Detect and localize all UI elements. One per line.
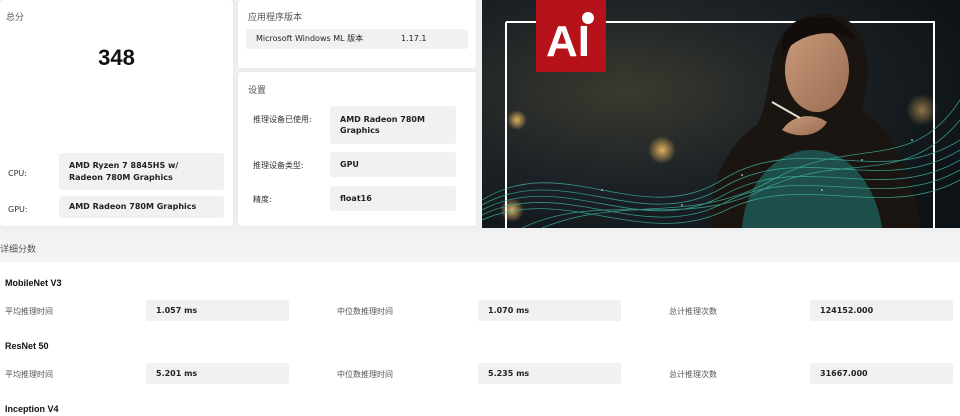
hero-banner-image: AI (482, 0, 960, 228)
total-inference-value: 124152.000 (810, 300, 953, 321)
ai-logo-text: AI (546, 17, 590, 66)
inference-device-value: AMD Radeon 780M Graphics (330, 106, 456, 144)
version-name: Microsoft Windows ML 版本 (256, 34, 364, 44)
settings-card-title: 设置 (248, 86, 267, 96)
median-inference-label: 中位数推理时间 (337, 307, 393, 316)
gpu-label: GPU: (8, 205, 28, 214)
overall-score-value: 348 (98, 45, 135, 70)
settings-card: 设置 推理设备已使用: AMD Radeon 780M Graphics 推理设… (238, 72, 476, 226)
version-card-title: 应用程序版本 (248, 13, 303, 23)
hero-illustration: AI (482, 0, 960, 228)
avg-inference-value: 1.057 ms (146, 300, 289, 321)
avg-inference-label: 平均推理时间 (5, 370, 53, 379)
overall-score-card: 总分 348 CPU: AMD Ryzen 7 8845HS w/ Radeon… (0, 0, 233, 226)
inference-device-type-label: 推理设备类型: (253, 161, 304, 170)
avg-inference-value: 5.201 ms (146, 363, 289, 384)
cpu-value: AMD Ryzen 7 8845HS w/ Radeon 780M Graphi… (59, 153, 224, 190)
precision-label: 精度: (253, 195, 272, 204)
model-name-inception-v4: Inception V4 (5, 404, 59, 414)
total-inference-value: 31667.000 (810, 363, 953, 384)
detailed-scores-title: 详细分数 (0, 245, 37, 255)
detailed-scores-header: 详细分数 (0, 232, 960, 262)
inference-device-type-value: GPU (330, 152, 456, 177)
version-row: Microsoft Windows ML 版本 1.17.1 (246, 29, 468, 49)
gpu-value: AMD Radeon 780M Graphics (59, 196, 224, 218)
median-inference-value: 5.235 ms (478, 363, 621, 384)
inference-device-label: 推理设备已使用: (253, 115, 312, 124)
total-inference-label: 总计推理次数 (669, 370, 717, 379)
model-name-resnet-50: ResNet 50 (5, 341, 49, 351)
total-inference-label: 总计推理次数 (669, 307, 717, 316)
model-name-mobilenet-v3: MobileNet V3 (5, 278, 62, 288)
app-version-card: 应用程序版本 Microsoft Windows ML 版本 1.17.1 (238, 0, 476, 68)
median-inference-label: 中位数推理时间 (337, 370, 393, 379)
avg-inference-label: 平均推理时间 (5, 307, 53, 316)
version-value: 1.17.1 (401, 34, 427, 44)
detailed-scores-section: MobileNet V3 平均推理时间 1.057 ms 中位数推理时间 1.0… (0, 262, 960, 416)
score-card-title: 总分 (6, 13, 25, 23)
precision-value: float16 (330, 186, 456, 211)
median-inference-value: 1.070 ms (478, 300, 621, 321)
cpu-label: CPU: (8, 169, 27, 178)
